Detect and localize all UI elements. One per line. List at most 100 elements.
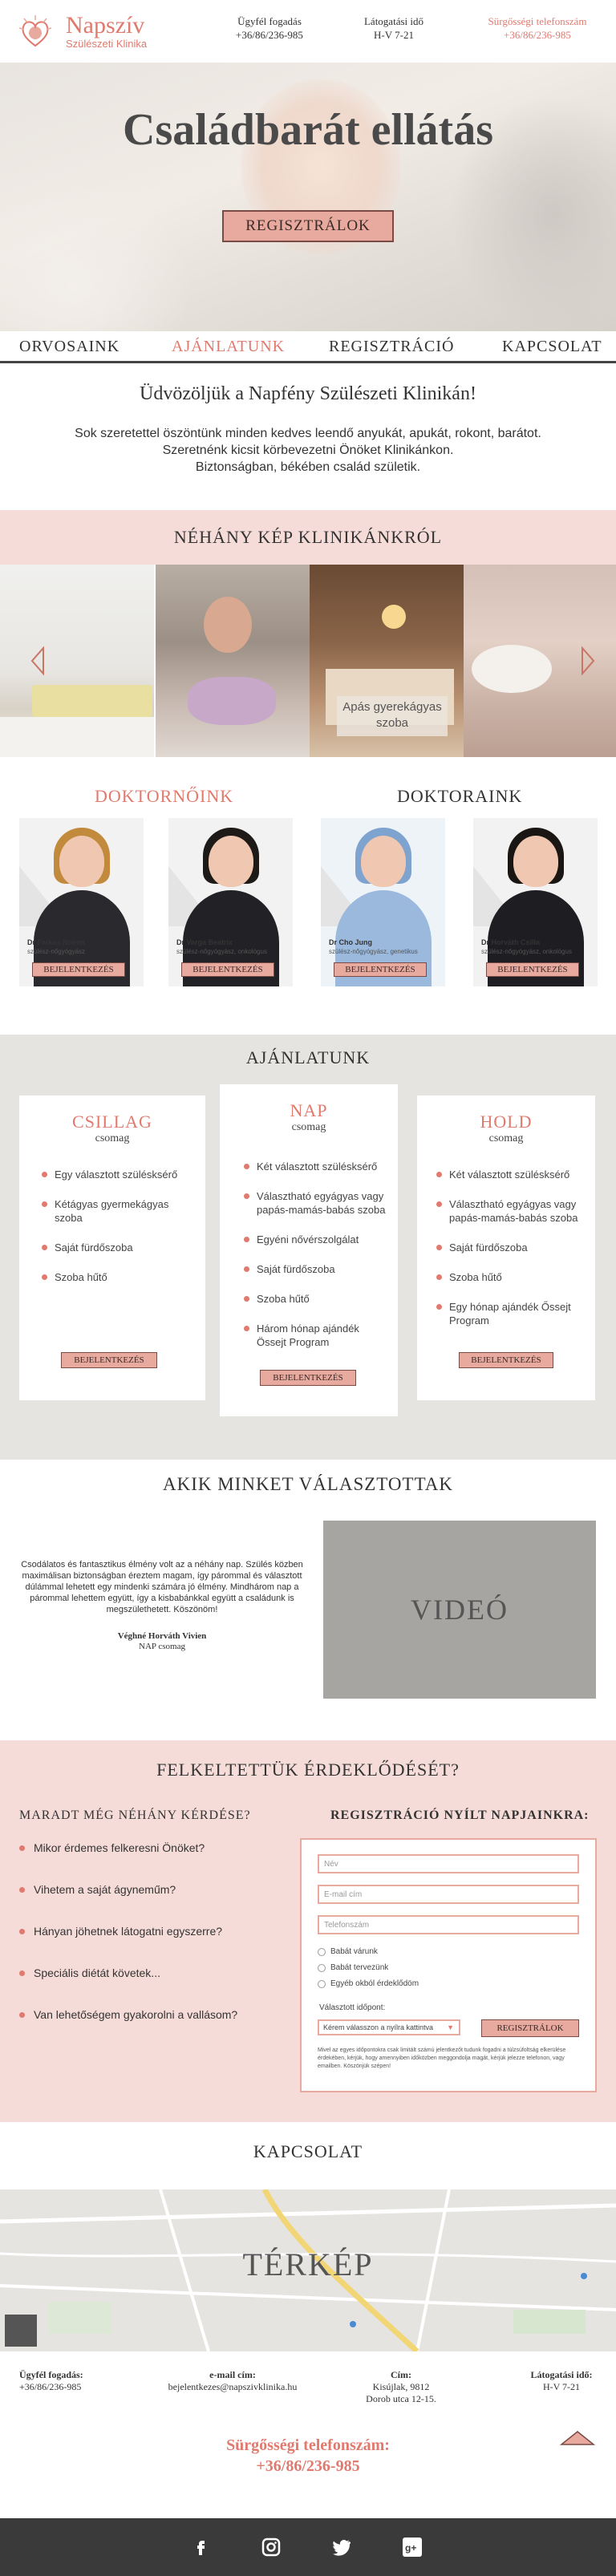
female-doctors-title: DOKTORNŐINK <box>95 786 234 806</box>
form-note: Mivel az egyes időpontokra csak limitált… <box>318 2047 566 2069</box>
list-item: Három hónap ajándék Össejt Program <box>244 1322 388 1349</box>
contact-reception-label: Ügyfél fogadás: <box>19 2369 83 2380</box>
doctor-book-button[interactable]: BEJELENTKEZÉS <box>32 962 125 977</box>
radio-expecting[interactable]: Babát várunk <box>318 1947 378 1956</box>
nav-item-offers[interactable]: AJÁNLATUNK <box>172 338 285 356</box>
instagram-icon[interactable] <box>261 2538 281 2557</box>
footer <box>0 2518 616 2576</box>
twitter-icon[interactable] <box>332 2538 351 2557</box>
package-book-button[interactable]: BEJELENTKEZÉS <box>61 1352 157 1368</box>
nav-item-contact[interactable]: KAPCSOLAT <box>502 338 602 356</box>
package-features: Két választott szülésksérő Választható e… <box>436 1168 581 1343</box>
gallery-carousel[interactable] <box>0 565 616 757</box>
reception-label: Ügyfél fogadás <box>237 15 302 27</box>
gallery-image-nurse <box>156 565 310 757</box>
chevron-down-icon: ▼ <box>447 2023 454 2031</box>
doctor-book-button[interactable]: BEJELENTKEZÉS <box>334 962 427 977</box>
contact-email-value[interactable]: bejelentkezes@napszivklinika.hu <box>168 2381 298 2392</box>
package-subtitle: csomag <box>291 1121 326 1133</box>
testimonial-package: NAP csomag <box>139 1642 185 1651</box>
contact-reception-phone[interactable]: +36/86/236-985 <box>19 2381 81 2392</box>
package-card-hold: HOLD csomag Két választott szülésksérő V… <box>417 1096 595 1400</box>
welcome-text: Sok szeretettel öszöntünk minden kedves … <box>0 425 616 476</box>
phone-field[interactable]: Telefonszám <box>318 1915 579 1934</box>
doctor-book-button[interactable]: BEJELENTKEZÉS <box>181 962 274 977</box>
testimonial-title: AKIK MINKET VÁLASZTOTTAK <box>162 1474 454 1494</box>
doctor-card: Dr Cho Jung szülész-nőgyógyász, genetiku… <box>321 818 445 986</box>
offers-title: AJÁNLATUNK <box>245 1047 371 1067</box>
faq-item[interactable]: Mikor érdemes felkeresni Önöket? <box>19 1841 205 1854</box>
google-plus-icon[interactable]: g+ <box>403 2538 422 2557</box>
list-item: Kétágyas gyermekágyas szoba <box>42 1197 186 1225</box>
time-select[interactable]: Kérem válasszon a nyílra kattintva ▼ <box>318 2019 460 2035</box>
list-item: Szoba hűtő <box>436 1270 581 1284</box>
contact-address-label: Cím: <box>391 2369 411 2380</box>
reception-phone[interactable]: +36/86/236-985 <box>229 28 310 42</box>
gallery-prev-icon[interactable] <box>29 646 45 682</box>
package-name: CSILLAG <box>72 1112 152 1132</box>
visiting-info: Látogatási idő H-V 7-21 <box>350 14 438 42</box>
doctor-specialty: szülész-nőgyógyász, onkológus <box>176 948 267 955</box>
package-card-nap: NAP csomag Két választott szülésksérő Vá… <box>220 1084 398 1416</box>
package-subtitle: csomag <box>488 1132 524 1144</box>
list-item: Egy hónap ajándék Őssejt Program <box>436 1300 581 1327</box>
faq-item[interactable]: Vihetem a saját ágyneműm? <box>19 1883 176 1896</box>
emergency-phone[interactable]: +36/86/236-985 <box>473 28 602 42</box>
male-doctors-title: DOKTORAINK <box>397 786 523 806</box>
logo[interactable]: Napszív Szülészeti Klinika <box>16 12 217 51</box>
doctor-name: Dr Cho Jung <box>329 938 372 946</box>
welcome-line: Biztonságban, békében család születik. <box>195 460 421 474</box>
time-label: Választott időpont: <box>319 2003 386 2012</box>
visiting-label: Látogatási idő <box>363 15 424 27</box>
doctor-card: Dr Horváth Csilla szülész-nőgyógyász, on… <box>473 818 598 986</box>
package-card-csillag: CSILLAG csomag Egy választott szülésksér… <box>19 1096 205 1400</box>
faq-item[interactable]: Speciális diétát követek... <box>19 1966 160 1979</box>
nav-item-registration[interactable]: REGISZTRÁCIÓ <box>329 338 454 356</box>
testimonial-quote: Csodálatos és fantasztikus élmény volt a… <box>21 1560 303 1614</box>
doctor-specialty: szülész-nőgyógyász, onkológus <box>481 948 572 955</box>
urgent-phone-block: Sürgősségi telefonszám: +36/86/236-985 <box>0 2435 616 2477</box>
faq-item[interactable]: Van lehetőségem gyakorolni a vallásom? <box>19 2008 237 2021</box>
hero-banner <box>0 63 616 331</box>
welcome-line: Sok szeretettel öszöntünk minden kedves … <box>75 427 541 440</box>
registration-form: Név E-mail cím Telefonszám Babát várunk … <box>300 1838 597 2092</box>
contact-email-label: e-mail cím: <box>209 2369 256 2380</box>
hero-register-button[interactable]: REGISZTRÁLOK <box>222 210 394 242</box>
facebook-icon[interactable] <box>191 2538 210 2557</box>
time-select-value: Kérem válasszon a nyílra kattintva <box>323 2023 434 2031</box>
gallery-image-room <box>0 565 154 757</box>
list-item: Egy választott szülésksérő <box>42 1168 186 1181</box>
list-item: Két választott szülésksérő <box>244 1160 388 1173</box>
nav-item-doctors[interactable]: ORVOSAINK <box>19 338 120 356</box>
register-submit-button[interactable]: REGISZTRÁLOK <box>481 2019 579 2037</box>
package-features: Két választott szülésksérő Választható e… <box>244 1160 388 1365</box>
contact-address-line: Dorob utca 12-15. <box>366 2393 436 2404</box>
scroll-top-icon[interactable] <box>559 2430 596 2446</box>
logo-heart-icon <box>16 12 61 51</box>
main-nav: ORVOSAINK AJÁNLATUNK REGISZTRÁCIÓ KAPCSO… <box>0 331 616 363</box>
logo-subtitle: Szülészeti Klinika <box>66 37 148 50</box>
urgent-phone[interactable]: +36/86/236-985 <box>0 2456 616 2477</box>
contact-address-line: Kisújlak, 9812 <box>372 2381 430 2392</box>
name-field[interactable]: Név <box>318 1854 579 1873</box>
video-player[interactable]: VIDEÓ <box>323 1521 596 1699</box>
package-subtitle: csomag <box>95 1132 130 1144</box>
contact-visiting-time: H-V 7-21 <box>542 2381 581 2392</box>
list-item: Saját fürdőszoba <box>436 1241 581 1254</box>
faq-item[interactable]: Hányan jöhetnek látogatni egyszerre? <box>19 1925 222 1938</box>
package-book-button[interactable]: BEJELENTKEZÉS <box>260 1370 356 1386</box>
welcome-title: Üdvözöljük a Napfény Szülészeti Klinikán… <box>140 383 476 404</box>
contact-reception: Ügyfél fogadás: +36/86/236-985 <box>19 2369 83 2393</box>
list-item: Választható egyágyas vagy papás-mamás-ba… <box>244 1189 388 1217</box>
doctor-card: Dr Varga Beatrix szülész-nőgyógyász, onk… <box>168 818 293 986</box>
email-field[interactable]: E-mail cím <box>318 1885 579 1904</box>
radio-planning[interactable]: Babát tervezünk <box>318 1963 388 1972</box>
gallery-next-icon[interactable] <box>581 646 597 682</box>
doctor-book-button[interactable]: BEJELENTKEZÉS <box>486 962 579 977</box>
list-item: Saját fürdőszoba <box>42 1241 186 1254</box>
urgent-label: Sürgősségi telefonszám: <box>226 2436 390 2454</box>
doctor-name: Dr Farkas Noémi <box>27 938 85 946</box>
radio-other[interactable]: Egyéb okból érdeklődöm <box>318 1979 419 1988</box>
package-book-button[interactable]: BEJELENTKEZÉS <box>459 1352 553 1368</box>
doctor-name: Dr Varga Beatrix <box>176 938 233 946</box>
